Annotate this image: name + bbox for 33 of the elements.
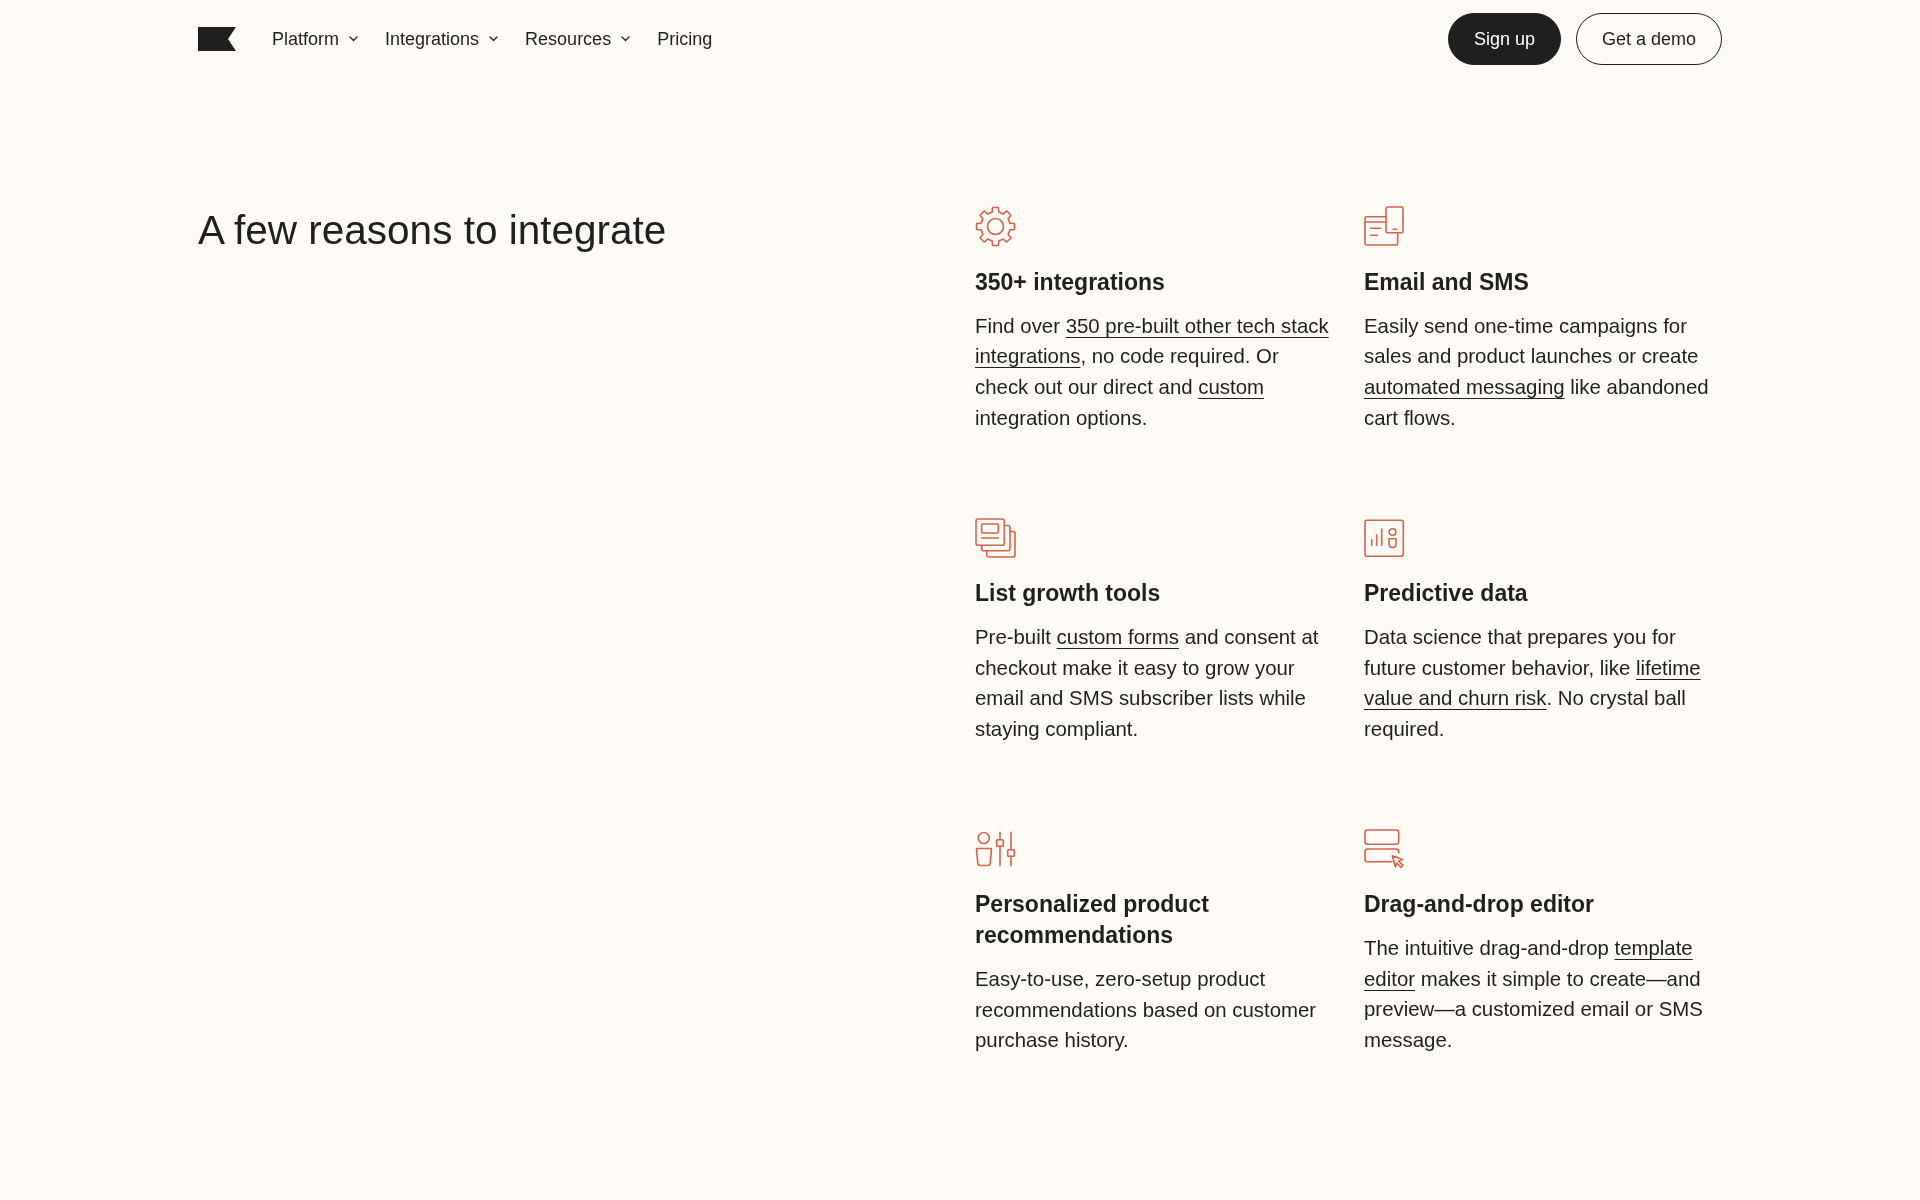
nav-link[interactable]: Platform xyxy=(272,27,359,51)
card-and-phone-icon xyxy=(1364,206,1405,247)
feature-description: Pre-built custom forms and consent at checkout make it easy to grow your email and SMS subscriber lists while staying compliant. xyxy=(975,624,1320,742)
nav-link[interactable]: Resources xyxy=(525,27,631,51)
feature-title: List growth tools xyxy=(975,579,1162,609)
nav-link[interactable]: Pricing xyxy=(657,27,713,51)
feature-description: The intuitive drag-and-drop template editor makes it simple to create—and preview—a customized email or SMS message. xyxy=(1364,936,1704,1053)
text-link[interactable]: integrations xyxy=(975,345,1081,368)
feature-title: 350+ integrations xyxy=(975,268,1166,297)
feature-title: Personalized product recommendations xyxy=(975,890,1210,951)
feature-title: Drag-and-drop editor xyxy=(1364,890,1595,920)
text-link[interactable]: editor xyxy=(1364,967,1415,990)
gear-icon xyxy=(975,206,1016,247)
logo-icon[interactable] xyxy=(198,27,236,51)
feature-description: Find over 350 pre-built other tech stack integrations, no code required. Or check out our direct and custom integration options. xyxy=(975,313,1330,431)
feature-title: Predictive data xyxy=(1364,579,1529,609)
text-link[interactable]: lifetime xyxy=(1636,656,1701,679)
stacked-cards-icon xyxy=(975,517,1016,559)
text-link[interactable]: 350 pre-built other tech stack xyxy=(1065,314,1329,337)
text-link[interactable]: value and churn risk xyxy=(1364,687,1547,710)
section-heading: A few reasons to integrate xyxy=(198,206,668,254)
text-link[interactable]: custom xyxy=(1198,376,1265,398)
feature-title: Email and SMS xyxy=(1364,268,1530,297)
layout-and-cursor-icon xyxy=(1364,828,1405,870)
nav-link[interactable]: Integrations xyxy=(385,27,499,51)
feature-description: Data science that prepares you for future customer behavior, like lifetime value and churn risk. No crystal ball required. xyxy=(1364,624,1702,742)
feature-description: Easily send one-time campaigns for sales and product launches or create automated messaging like abandoned cart flows. xyxy=(1364,313,1710,431)
text-link[interactable]: template xyxy=(1614,937,1693,960)
text-link[interactable]: custom forms xyxy=(1056,625,1179,648)
chart-and-person-icon xyxy=(1364,517,1405,559)
sign-up-button[interactable]: Sign up xyxy=(1447,13,1561,65)
text-link[interactable]: automated messaging xyxy=(1364,376,1565,398)
feature-description: Easy-to-use, zero-setup product recommendations based on customer purchase history. xyxy=(975,966,1318,1054)
